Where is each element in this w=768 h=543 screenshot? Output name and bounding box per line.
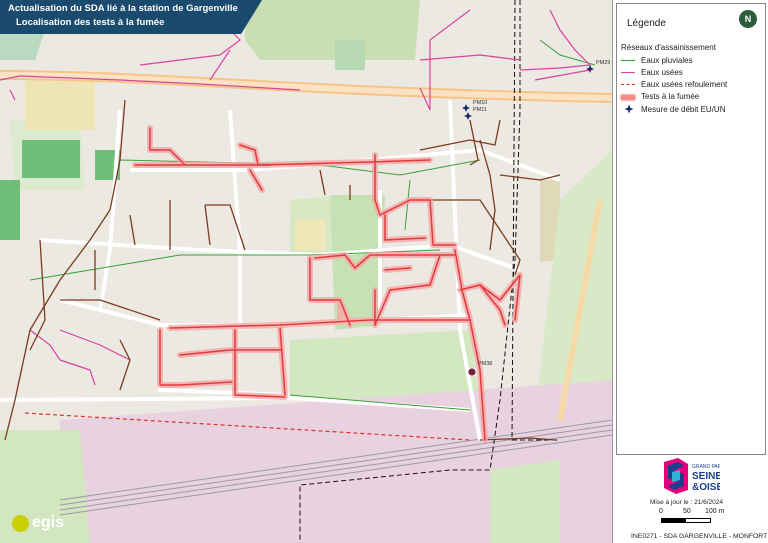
map-title: Actualisation du SDA lié à la station de… [8, 3, 238, 14]
forest-area [245, 0, 420, 60]
north-arrow-icon: N [739, 10, 757, 28]
measure-star-icon [624, 104, 634, 114]
scale-zero: 0 [659, 508, 663, 515]
svg-text:SEINE: SEINE [692, 471, 720, 482]
pm38-label: PM38 [478, 361, 493, 367]
svg-text:&OISE: &OISE [692, 482, 720, 493]
egis-logo: egis [12, 514, 68, 534]
legend-group-title: Réseaux d'assainissement [621, 43, 716, 52]
sports-field [22, 140, 80, 178]
pm10-label: PM10 [473, 100, 488, 106]
map-canvas [0, 0, 612, 543]
egis-wordmark: egis [32, 514, 65, 531]
egis-mark-icon [12, 515, 29, 532]
pluvial-line-icon [621, 60, 635, 61]
pm38-marker-icon [467, 367, 477, 377]
scale-bar [661, 518, 711, 523]
pm29-label: PM29 [596, 60, 611, 66]
seine-oise-logo: GRAND PARIS SEINE &OISE [664, 458, 720, 494]
scale-mid: 50 [683, 508, 691, 515]
legend-title: Légende [627, 18, 666, 29]
map-subtitle: Localisation des tests à la fumée [16, 17, 165, 28]
scale-end: 100 m [705, 508, 725, 515]
svg-text:GRAND PARIS: GRAND PARIS [692, 464, 720, 470]
update-date: Mise à jour le : 21/6/2024 [650, 499, 723, 506]
project-reference: INE0271 - SDA GARGENVILLE - MONFORT [631, 533, 768, 540]
refoulement-line-icon [621, 84, 635, 85]
school-area [25, 75, 95, 130]
pm11-label: PM11 [473, 107, 487, 113]
title-banner: Actualisation du SDA lié à la station de… [0, 0, 262, 34]
map-view[interactable]: PM29 PM10 PM11 PM38 Actualisation du SDA… [0, 0, 612, 543]
smoke-line-icon [621, 95, 635, 100]
legend-box: Légende N Réseaux d'assainissement Eaux … [616, 3, 766, 455]
usees-line-icon [621, 72, 635, 73]
